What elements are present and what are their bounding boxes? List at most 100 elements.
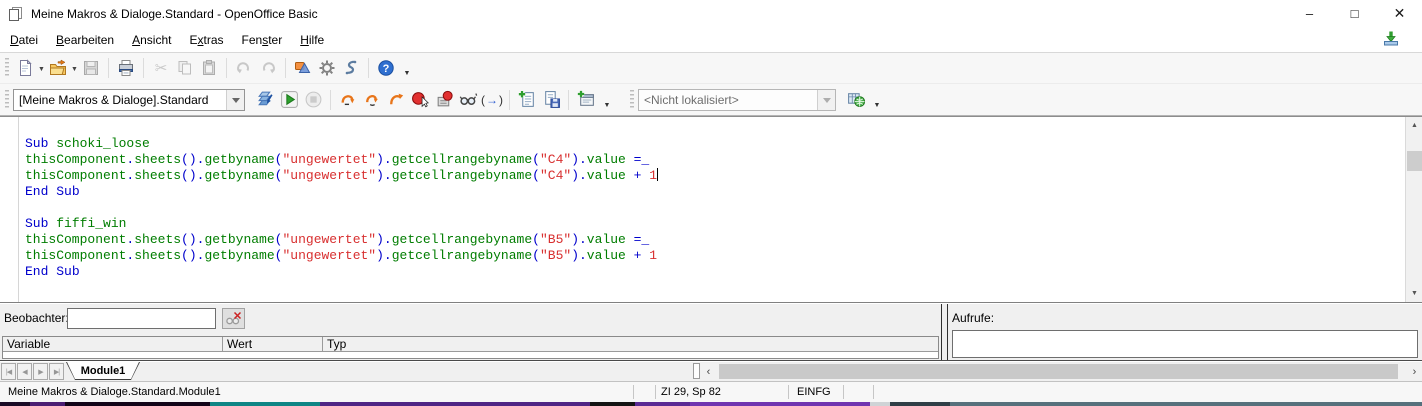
new-document-dropdown[interactable]: ▼ <box>37 57 46 79</box>
next-tab-button[interactable]: ▶ <box>33 363 48 380</box>
last-tab-button[interactable]: ▶| <box>49 363 64 380</box>
previous-tab-button[interactable]: ◀ <box>17 363 32 380</box>
toolbar-grip[interactable] <box>5 90 9 110</box>
macro-toolbar: [Meine Makros & Dialoge].Standard (→) ▼ … <box>0 84 1422 116</box>
language-selector[interactable]: <Nicht lokalisiert> <box>638 89 836 111</box>
single-step-button[interactable] <box>360 88 384 112</box>
watch-input[interactable] <box>67 308 216 329</box>
toolbar-grip[interactable] <box>630 90 634 110</box>
menu-fenster[interactable]: Fenster <box>234 29 291 51</box>
scroll-up-button[interactable]: ▲ <box>1406 117 1422 134</box>
manage-breakpoints-button[interactable] <box>432 88 456 112</box>
tab-label: Module1 <box>67 362 139 379</box>
status-insert-mode[interactable]: EINFG <box>797 386 831 398</box>
menu-datei[interactable]: Datei <box>2 29 46 51</box>
insert-module-button[interactable] <box>574 88 598 112</box>
new-document-button[interactable] <box>13 56 37 80</box>
toolbar-overflow-button[interactable]: ▼ <box>871 88 883 112</box>
code-editor[interactable]: Sub schoki_loosethisComponent.sheets().g… <box>0 116 1422 303</box>
code-line[interactable]: End Sub <box>25 184 1405 200</box>
open-dropdown[interactable]: ▼ <box>70 57 79 79</box>
watch-column-wert[interactable]: Wert <box>223 337 323 351</box>
first-tab-button[interactable]: |◀ <box>1 363 16 380</box>
chevron-down-icon[interactable] <box>226 90 244 110</box>
calls-label: Aufrufe: <box>952 311 994 325</box>
code-line[interactable] <box>25 200 1405 216</box>
hscroll-left-button[interactable]: ‹ <box>701 363 716 380</box>
toolbar-separator <box>568 90 569 110</box>
code-line[interactable]: thisComponent.sheets().getbyname("ungewe… <box>25 232 1405 248</box>
status-separator <box>873 385 874 399</box>
arrow-right-icon: → <box>485 93 499 107</box>
save-button[interactable] <box>79 56 103 80</box>
status-cursor-position: ZI 29, Sp 82 <box>661 386 721 398</box>
toolbar-separator <box>368 58 369 78</box>
hscrollbar-thumb[interactable] <box>719 364 1398 379</box>
watch-column-typ[interactable]: Typ <box>323 337 938 351</box>
find-parentheses-button[interactable]: (→) <box>480 88 504 112</box>
window-title: Meine Makros & Dialoge.Standard - OpenOf… <box>31 7 318 21</box>
vertical-scrollbar[interactable]: ▲ ▼ <box>1405 117 1422 302</box>
watch-column-variable[interactable]: Variable <box>3 337 223 351</box>
compile-button[interactable] <box>253 88 277 112</box>
enable-watch-button[interactable] <box>456 88 480 112</box>
menu-ansicht[interactable]: Ansicht <box>124 29 179 51</box>
step-out-button[interactable] <box>384 88 408 112</box>
close-button[interactable]: ✕ <box>1377 0 1422 27</box>
watch-table-body[interactable] <box>3 352 938 358</box>
breakpoint-gutter[interactable] <box>0 117 19 302</box>
toolbar-separator <box>330 90 331 110</box>
paste-button[interactable] <box>197 56 221 80</box>
paren-close: ) <box>499 93 503 107</box>
menu-extras[interactable]: Extras <box>181 29 231 51</box>
procedure-step-button[interactable] <box>336 88 360 112</box>
save-source-button[interactable] <box>539 88 563 112</box>
panel-splitter[interactable] <box>941 304 948 360</box>
code-line[interactable]: thisComponent.sheets().getbyname("ungewe… <box>25 248 1405 264</box>
copy-button[interactable] <box>173 56 197 80</box>
toolbar-grip[interactable] <box>5 58 9 78</box>
text-caret <box>657 168 658 181</box>
help-button[interactable]: ? <box>374 56 398 80</box>
manage-language-button[interactable] <box>844 88 868 112</box>
breakpoint-button[interactable] <box>408 88 432 112</box>
code-line[interactable]: Sub fiffi_win <box>25 216 1405 232</box>
redo-button[interactable] <box>256 56 280 80</box>
undo-button[interactable] <box>232 56 256 80</box>
tabbar-splitter[interactable] <box>693 363 700 379</box>
status-bar: Meine Makros & Dialoge.Standard.Module1 … <box>0 381 1422 402</box>
remove-watch-button[interactable] <box>222 308 245 329</box>
tab-module1[interactable]: Module1 <box>66 362 140 380</box>
update-available-icon[interactable] <box>1382 30 1400 53</box>
cut-button[interactable]: ✂ <box>149 56 173 80</box>
library-selector-value: [Meine Makros & Dialoge].Standard <box>14 90 226 110</box>
hscroll-right-button[interactable]: › <box>1407 363 1422 380</box>
toolbar-overflow-button[interactable]: ▼ <box>601 88 613 112</box>
macros-scroll-button[interactable] <box>339 56 363 80</box>
toolbar-separator <box>285 58 286 78</box>
code-line[interactable]: thisComponent.sheets().getbyname("ungewe… <box>25 152 1405 168</box>
run-button[interactable] <box>277 88 301 112</box>
toolbar-overflow-button[interactable]: ▼ <box>401 56 413 80</box>
svg-text:?: ? <box>383 63 390 75</box>
options-gear-button[interactable] <box>315 56 339 80</box>
code-area[interactable]: Sub schoki_loosethisComponent.sheets().g… <box>20 117 1405 302</box>
shapes-button[interactable] <box>291 56 315 80</box>
menu-bearbeiten[interactable]: Bearbeiten <box>48 29 122 51</box>
open-button[interactable] <box>46 56 70 80</box>
code-line[interactable]: Sub schoki_loose <box>25 136 1405 152</box>
scrollbar-thumb[interactable] <box>1407 151 1422 171</box>
add-source-button[interactable] <box>515 88 539 112</box>
scroll-down-button[interactable]: ▼ <box>1406 285 1422 302</box>
stop-button[interactable] <box>301 88 325 112</box>
title-bar: Meine Makros & Dialoge.Standard - OpenOf… <box>0 0 1422 27</box>
minimize-button[interactable]: – <box>1287 0 1332 27</box>
code-line[interactable]: End Sub <box>25 264 1405 280</box>
code-line[interactable]: thisComponent.sheets().getbyname("ungewe… <box>25 168 1405 184</box>
horizontal-scrollbar[interactable] <box>716 363 1407 380</box>
print-button[interactable] <box>114 56 138 80</box>
menu-hilfe[interactable]: Hilfe <box>292 29 332 51</box>
maximize-button[interactable]: □ <box>1332 0 1377 27</box>
call-stack-list[interactable] <box>952 330 1418 358</box>
library-selector[interactable]: [Meine Makros & Dialoge].Standard <box>13 89 245 111</box>
